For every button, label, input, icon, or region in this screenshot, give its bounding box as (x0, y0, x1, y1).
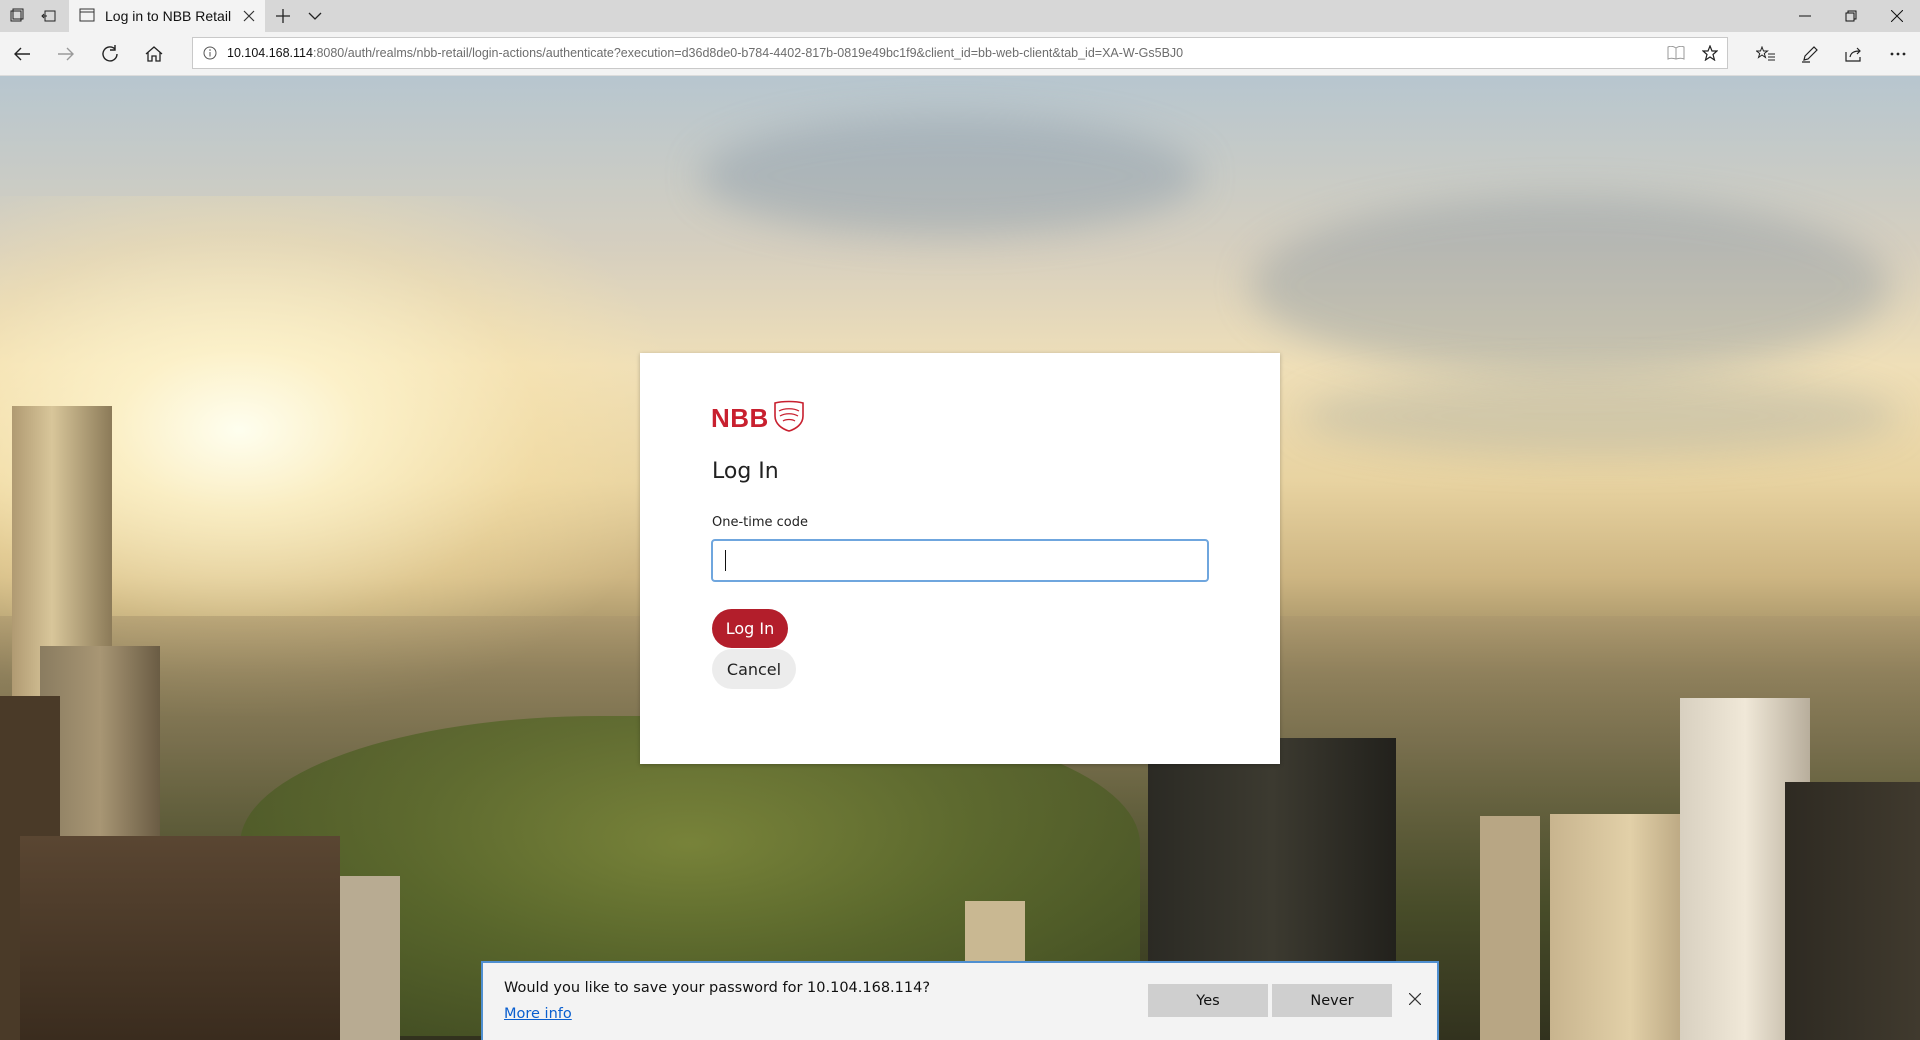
tab-title: Log in to NBB Retail (105, 8, 232, 24)
text-caret (725, 550, 726, 571)
one-time-code-label: One-time code (712, 515, 809, 530)
active-tab[interactable]: Log in to NBB Retail (69, 0, 265, 32)
never-button[interactable]: Never (1272, 984, 1392, 1017)
cloud (1250, 196, 1890, 376)
close-bar-icon[interactable] (1405, 989, 1425, 1009)
cancel-button[interactable]: Cancel (712, 649, 796, 689)
tab-close-icon[interactable] (237, 4, 261, 28)
share-icon[interactable] (1832, 32, 1876, 76)
login-button[interactable]: Log In (712, 609, 788, 648)
favorites-hub-icon[interactable] (1744, 32, 1788, 76)
close-icon[interactable] (1874, 0, 1920, 32)
more-icon[interactable] (1876, 32, 1920, 76)
skyscraper (1785, 782, 1920, 1040)
new-tab-icon[interactable] (266, 0, 300, 32)
back-icon[interactable] (0, 32, 44, 76)
url-path: :8080/auth/realms/nbb-retail/login-actio… (312, 46, 1184, 60)
maximize-icon[interactable] (1828, 0, 1874, 32)
page-icon (79, 8, 95, 25)
info-icon[interactable] (193, 46, 227, 60)
set-aside-tabs-icon[interactable] (32, 0, 66, 32)
login-card: NBB Log In One-time code Log In Cancel (640, 353, 1280, 764)
building (340, 876, 400, 1040)
favorite-star-icon[interactable] (1693, 38, 1727, 68)
logo-emblem-icon (772, 400, 806, 437)
url-text[interactable]: 10.104.168.114:8080/auth/realms/nbb-reta… (227, 46, 1659, 60)
more-info-link[interactable]: More info (504, 1006, 572, 1022)
home-icon[interactable] (132, 32, 176, 76)
building (20, 836, 340, 1040)
building (1480, 816, 1540, 1040)
tab-dropdown-icon[interactable] (298, 0, 332, 32)
forward-icon[interactable] (44, 32, 88, 76)
refresh-icon[interactable] (88, 32, 132, 76)
logo-text: NBB (711, 403, 769, 433)
page-title: Log In (712, 459, 779, 484)
tab-bar: Log in to NBB Retail (0, 0, 1920, 32)
cloud (1300, 376, 1900, 456)
minimize-icon[interactable] (1782, 0, 1828, 32)
pen-icon[interactable] (1788, 32, 1832, 76)
cloud (700, 116, 1200, 236)
reading-view-icon[interactable] (1659, 38, 1693, 68)
address-bar[interactable]: 10.104.168.114:8080/auth/realms/nbb-reta… (192, 37, 1728, 69)
yes-button[interactable]: Yes (1148, 984, 1268, 1017)
save-password-bar: Would you like to save your password for… (481, 961, 1439, 1040)
navigation-bar: 10.104.168.114:8080/auth/realms/nbb-reta… (0, 32, 1920, 76)
url-host: 10.104.168.114 (227, 46, 313, 60)
tab-list-icon[interactable] (0, 0, 34, 32)
save-password-message: Would you like to save your password for… (504, 980, 931, 996)
one-time-code-input[interactable] (711, 539, 1209, 582)
nbb-logo: NBB (711, 400, 806, 437)
